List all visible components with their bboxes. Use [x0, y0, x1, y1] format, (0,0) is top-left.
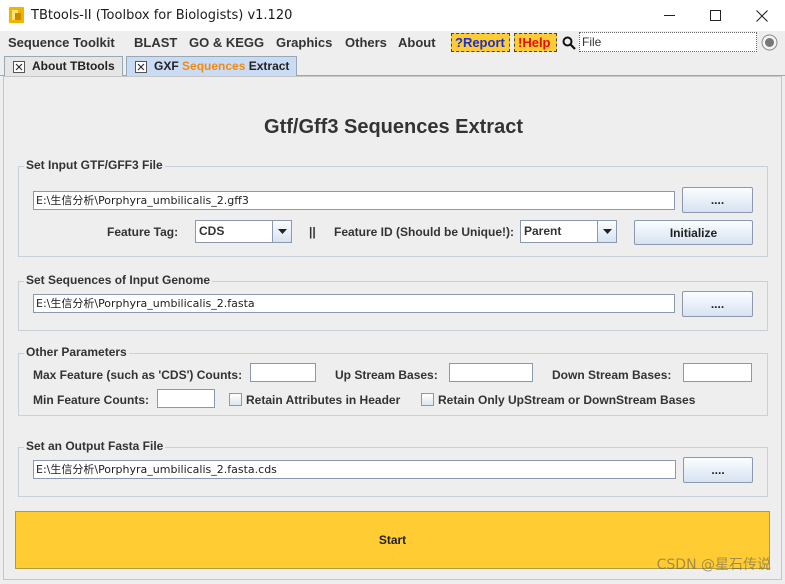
menu-bar: Sequence Toolkit BLAST GO & KEGG Graphic…	[0, 31, 785, 55]
input-gtf-group: Set Input GTF/GFF3 File E:\生信分析\Porphyra…	[18, 158, 768, 257]
max-feature-input[interactable]	[250, 363, 316, 382]
minimize-icon	[663, 15, 675, 16]
chevron-down-icon[interactable]	[272, 221, 291, 242]
browse-genome-button[interactable]: ....	[682, 291, 753, 317]
extract-panel: Gtf/Gff3 Sequences Extract Set Input GTF…	[3, 76, 782, 580]
group-title: Set Input GTF/GFF3 File	[24, 158, 165, 172]
feature-tag-label: Feature Tag:	[107, 225, 179, 239]
min-feature-label: Min Feature Counts:	[33, 393, 149, 407]
tab-gxf-sequences-extract[interactable]: GXF Sequences Extract	[126, 56, 297, 77]
max-feature-label: Max Feature (such as 'CDS') Counts:	[33, 368, 243, 382]
tab-about-tbtools[interactable]: About TBtools	[4, 56, 123, 76]
watermark: CSDN @星石传说	[656, 557, 771, 573]
title-bar: TBtools-II (Toolbox for Biologists) v1.1…	[0, 0, 785, 31]
minimize-button[interactable]	[646, 0, 692, 31]
maximize-icon	[709, 10, 721, 21]
menu-sequence-toolkit[interactable]: Sequence Toolkit	[8, 35, 115, 50]
tab-label-prefix: GXF	[154, 59, 179, 73]
initialize-button[interactable]: Initialize	[634, 220, 753, 245]
separator-label: ||	[309, 225, 316, 239]
page-title: Gtf/Gff3 Sequences Extract	[264, 116, 523, 138]
tab-strip: About TBtools GXF Sequences Extract	[0, 55, 785, 77]
window-title: TBtools-II (Toolbox for Biologists) v1.1…	[31, 8, 293, 23]
close-window-button[interactable]	[739, 0, 785, 31]
other-parameters-group: Other Parameters Max Feature (such as 'C…	[18, 345, 768, 416]
radio-button-icon[interactable]	[761, 34, 778, 51]
feature-tag-value: CDS	[199, 224, 225, 238]
tab-label: About TBtools	[32, 59, 115, 73]
search-icon[interactable]	[562, 36, 576, 50]
menu-others[interactable]: Others	[345, 35, 387, 50]
tbtools-logo-icon	[9, 7, 24, 23]
browse-gtf-button[interactable]: ....	[682, 187, 753, 213]
retain-only-stream-label: Retain Only UpStream or DownStream Bases	[438, 393, 696, 407]
tab-label: GXF Sequences Extract	[154, 57, 289, 75]
downstream-label: Down Stream Bases:	[552, 368, 672, 382]
report-button[interactable]: ?Report	[451, 33, 510, 52]
retain-attributes-label: Retain Attributes in Header	[246, 393, 401, 407]
tab-label-highlight: Sequences	[182, 59, 246, 73]
tab-label-suffix: Extract	[248, 59, 290, 73]
output-group: Set an Output Fasta File E:\生信分析\Porphyr…	[18, 439, 768, 497]
feature-id-label: Feature ID (Should be Unique!):	[334, 225, 514, 239]
upstream-label: Up Stream Bases:	[335, 368, 438, 382]
chevron-down-icon[interactable]	[597, 221, 616, 242]
feature-id-select[interactable]: Parent	[520, 220, 617, 243]
retain-attributes-checkbox[interactable]	[229, 393, 242, 406]
close-icon	[756, 9, 768, 22]
search-input[interactable]	[579, 32, 757, 52]
help-button[interactable]: !Help	[514, 33, 557, 52]
menu-graphics[interactable]: Graphics	[276, 35, 332, 50]
browse-output-button[interactable]: ....	[683, 457, 753, 483]
gtf-path-field[interactable]: E:\生信分析\Porphyra_umbilicalis_2.gff3	[33, 191, 675, 210]
retain-only-stream-checkbox[interactable]	[421, 393, 434, 406]
downstream-input[interactable]	[683, 363, 752, 382]
group-title: Other Parameters	[24, 345, 129, 359]
upstream-input[interactable]	[449, 363, 533, 382]
output-path-field[interactable]: E:\生信分析\Porphyra_umbilicalis_2.fasta.cds	[33, 460, 676, 479]
genome-group: Set Sequences of Input Genome E:\生信分析\Po…	[18, 273, 768, 331]
group-title: Set Sequences of Input Genome	[24, 273, 213, 287]
menu-blast[interactable]: BLAST	[134, 35, 177, 50]
genome-path-field[interactable]: E:\生信分析\Porphyra_umbilicalis_2.fasta	[33, 294, 675, 313]
menu-about[interactable]: About	[398, 35, 436, 50]
menu-go-kegg[interactable]: GO & KEGG	[189, 35, 264, 50]
tab-close-icon[interactable]	[135, 61, 147, 73]
min-feature-input[interactable]	[157, 389, 215, 408]
maximize-button[interactable]	[692, 0, 738, 31]
feature-id-value: Parent	[524, 224, 562, 238]
feature-tag-select[interactable]: CDS	[195, 220, 292, 243]
group-title: Set an Output Fasta File	[24, 439, 166, 453]
tab-close-icon[interactable]	[13, 61, 25, 73]
